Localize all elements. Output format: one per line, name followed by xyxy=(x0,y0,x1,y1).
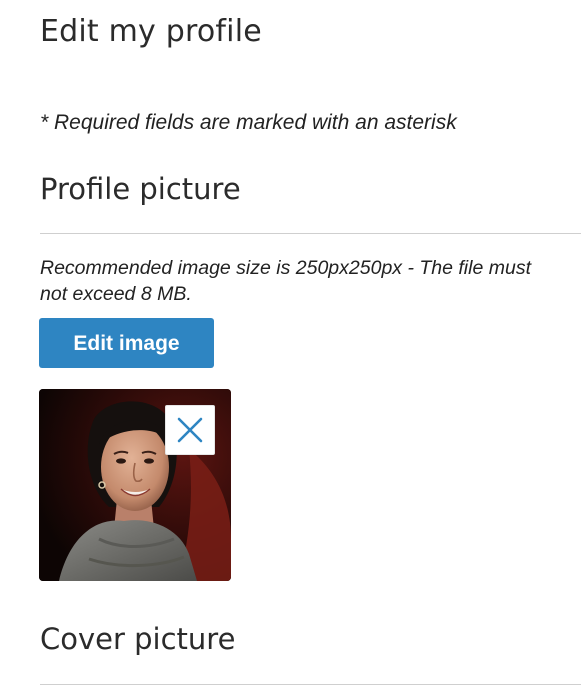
page-title: Edit my profile xyxy=(40,14,262,49)
image-size-hint: Recommended image size is 250px250px - T… xyxy=(40,257,531,305)
close-icon xyxy=(177,417,203,443)
cover-picture-heading: Cover picture xyxy=(40,622,236,656)
section-divider xyxy=(40,233,581,234)
profile-picture-heading: Profile picture xyxy=(40,172,241,206)
remove-image-button[interactable] xyxy=(165,405,215,455)
section-divider xyxy=(40,684,581,685)
edit-image-button[interactable]: Edit image xyxy=(39,318,214,368)
required-fields-note: * Required fields are marked with an ast… xyxy=(40,111,457,134)
